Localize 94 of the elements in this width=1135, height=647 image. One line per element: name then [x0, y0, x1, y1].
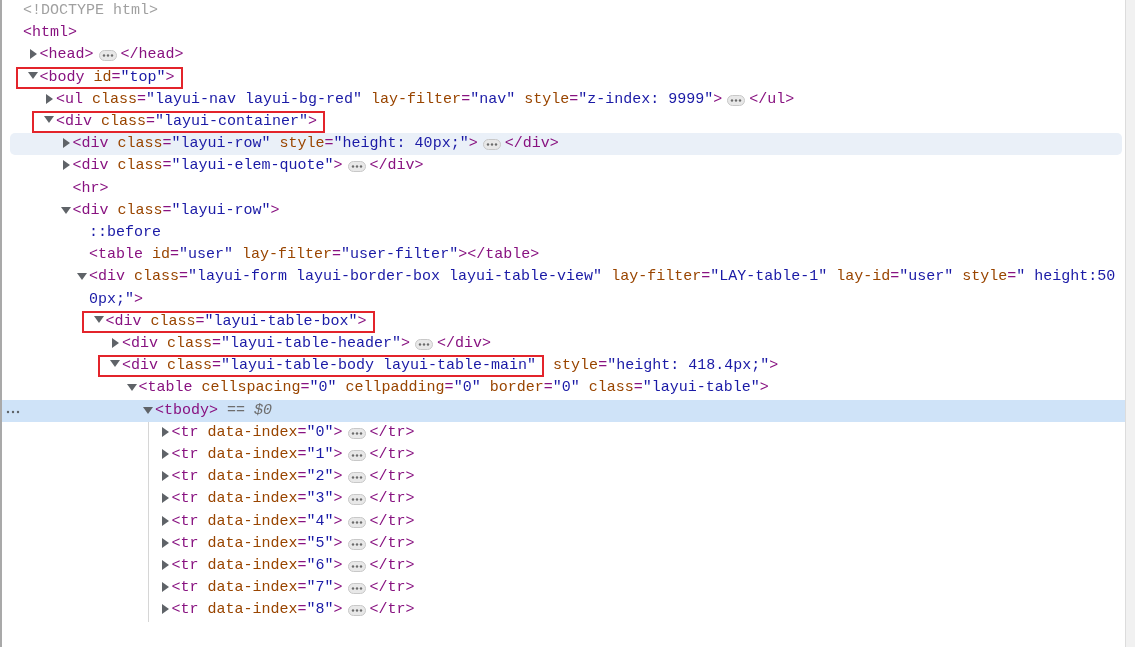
expand-button[interactable] — [347, 450, 366, 462]
expand-button[interactable] — [727, 94, 746, 106]
caret-icon[interactable] — [27, 69, 38, 80]
markup-text: <!DOCTYPE html> — [23, 2, 159, 19]
expand-button[interactable] — [347, 538, 366, 550]
markup-text: <div class="layui-form layui-border-box layui-table-view" lay-filter="LAY-table-1" lay-id="user" style=" height:500px;"> — [89, 268, 1116, 308]
caret-icon[interactable] — [60, 138, 71, 149]
closing-tag: </tr> — [369, 534, 415, 552]
expand-button[interactable] — [347, 605, 366, 617]
expand-button[interactable] — [415, 339, 434, 351]
caret-icon[interactable] — [159, 493, 170, 504]
markup-text: <div class="layui-container"> — [56, 113, 318, 130]
more-icon — [350, 541, 363, 547]
markup-text: <hr> — [72, 179, 109, 197]
markup-text: <tr data-index="7"> — [171, 579, 343, 597]
caret-icon[interactable] — [159, 560, 170, 571]
more-icon — [485, 142, 498, 148]
markup-text: <div class="layui-row" style="height: 40px;"> — [72, 135, 478, 153]
caret-icon[interactable] — [44, 114, 54, 124]
markup-text: <table cellspacing="0" cellpadding="0" border="0" class="layui-table"> — [138, 379, 769, 397]
caret-icon[interactable] — [159, 449, 170, 460]
markup-text: <tr data-index="4"> — [171, 512, 343, 530]
pseudo-element: ::before — [89, 224, 161, 242]
caret-icon[interactable] — [159, 515, 170, 526]
closing-tag: </tr> — [369, 512, 415, 530]
more-icon — [350, 564, 363, 570]
markup-text: <tr data-index="6"> — [171, 557, 343, 575]
markup-text: <body id="top"> — [39, 68, 175, 86]
expand-button[interactable] — [347, 561, 366, 573]
closing-tag: </ul> — [749, 90, 795, 108]
more-icon — [350, 164, 363, 170]
expand-button[interactable] — [347, 494, 366, 506]
caret-icon[interactable] — [60, 160, 71, 171]
caret-icon[interactable] — [77, 271, 87, 282]
expand-button[interactable] — [482, 139, 501, 151]
markup-text: <div class="layui-row"> — [72, 201, 280, 219]
more-icon — [418, 342, 431, 348]
caret-icon[interactable] — [159, 582, 170, 593]
caret-icon[interactable] — [44, 93, 54, 104]
markup-text: <html> — [23, 24, 77, 42]
caret-icon[interactable] — [27, 49, 38, 60]
more-icon — [350, 586, 363, 592]
markup-text: <head> — [39, 46, 94, 64]
markup-text: <div class="layui-table-box"> — [105, 312, 367, 330]
more-icon — [350, 497, 363, 503]
closing-tag: </head> — [120, 46, 184, 64]
closing-tag: </div> — [504, 135, 559, 153]
more-icon — [350, 475, 363, 481]
more-icon — [350, 608, 363, 614]
caret-icon[interactable] — [60, 204, 71, 215]
expand-button[interactable] — [347, 516, 366, 528]
more-icon — [730, 97, 743, 103]
caret-icon[interactable] — [93, 313, 104, 324]
caret-icon[interactable] — [159, 426, 170, 437]
markup-text: <table id="user" lay-filter="user-filter"></table> — [89, 246, 540, 264]
markup-text: <tr data-index="1"> — [171, 446, 343, 464]
markup-text: <tr data-index="0"> — [171, 423, 343, 441]
markup-text: <ul class="layui-nav layui-bg-red" lay-filter="nav" style="z-index: 9999"> — [56, 90, 723, 108]
markup-text: style="height: 418.4px;"> — [552, 357, 779, 375]
expand-button[interactable] — [98, 50, 117, 62]
markup-text: <div class="layui-table-header"> — [122, 335, 411, 353]
markup-text: <tr data-index="3"> — [171, 490, 343, 508]
more-icon — [350, 430, 363, 436]
markup-text: <tr data-index="8"> — [171, 601, 343, 619]
more-icon — [6, 408, 20, 415]
closing-tag: </tr> — [369, 468, 415, 486]
caret-icon[interactable] — [159, 537, 170, 548]
closing-tag: </tr> — [369, 490, 415, 508]
closing-tag: </tr> — [369, 601, 415, 619]
markup-text: <div class="layui-table-body layui-table-main" — [122, 357, 537, 375]
closing-tag: </tr> — [369, 446, 415, 464]
markup-text: <div class="layui-elem-quote"> — [72, 157, 343, 175]
closing-tag: </tr> — [369, 423, 415, 441]
markup-text: <tr data-index="2"> — [171, 468, 343, 486]
more-icon — [101, 53, 114, 59]
closing-tag: </tr> — [369, 579, 415, 597]
caret-icon[interactable] — [126, 382, 137, 393]
closing-tag: </div> — [369, 157, 424, 175]
more-icon — [350, 453, 363, 459]
expand-button[interactable] — [347, 427, 366, 439]
caret-icon[interactable] — [110, 338, 120, 349]
caret-icon[interactable] — [159, 471, 170, 482]
markup-text: <tbody> == $0 — [155, 401, 273, 419]
closing-tag: </div> — [437, 335, 492, 353]
closing-tag: </tr> — [369, 557, 415, 575]
scrollbar[interactable] — [1125, 0, 1135, 647]
expand-button[interactable] — [347, 583, 366, 595]
caret-icon[interactable] — [110, 358, 120, 369]
more-icon — [350, 519, 363, 525]
markup-text: <tr data-index="5"> — [171, 534, 343, 552]
expand-button[interactable] — [347, 161, 366, 173]
caret-icon[interactable] — [143, 404, 153, 415]
caret-icon[interactable] — [159, 604, 170, 615]
expand-button[interactable] — [347, 472, 366, 484]
